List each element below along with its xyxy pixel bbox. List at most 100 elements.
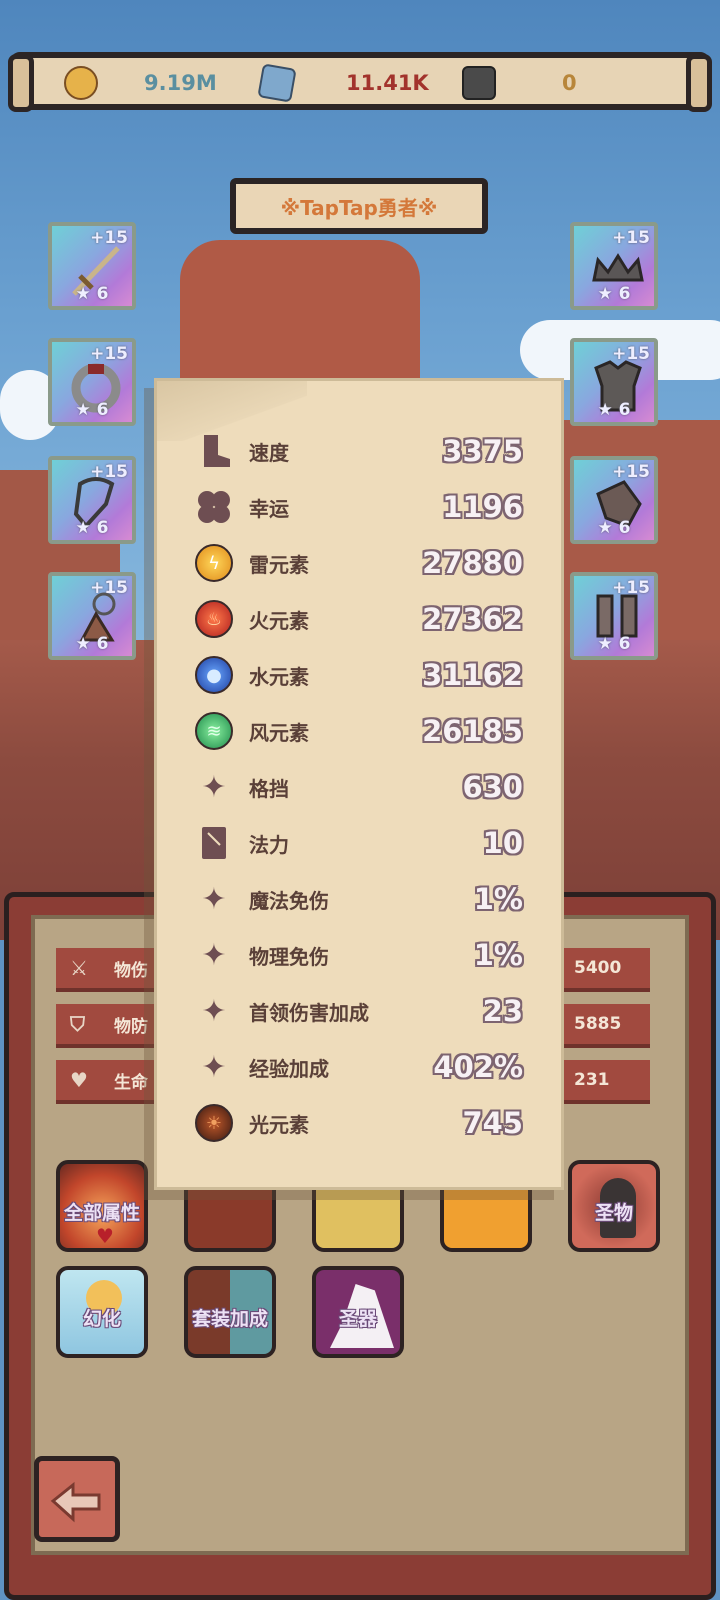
stat-value: 1% [473, 938, 523, 972]
equip-slot-ring[interactable]: +15 ★ 6 [48, 338, 136, 426]
slot-stars: ★ 6 [75, 634, 109, 654]
stat-speed: 速度 3375 [193, 429, 523, 473]
heart-icon: ♥ [96, 1224, 114, 1248]
button-label: 全部属性 [63, 1202, 140, 1224]
boot-icon [193, 430, 235, 472]
gem-value: 11.41K [346, 71, 429, 95]
stat-value: 27880 [422, 546, 523, 580]
equip-slot-gauntlet[interactable]: +15 ★ 6 [570, 456, 658, 544]
sparkle-icon: ✦ [201, 993, 227, 1029]
stat-value: 26185 [422, 714, 523, 748]
resource-gold: 9.19M [64, 66, 217, 100]
gold-value: 9.19M [144, 71, 217, 95]
stat-label: 首领伤害加成 [249, 1000, 369, 1025]
slot-level: +15 [612, 344, 650, 364]
spellbook-icon [193, 822, 235, 864]
holy-object-button[interactable]: 圣物 [568, 1160, 660, 1252]
button-label: 圣器 [338, 1308, 377, 1330]
dark-rune-icon [462, 66, 496, 100]
stat-value: 10 [482, 826, 523, 860]
stat-label: 物防 [114, 1016, 148, 1037]
slot-stars: ★ 6 [75, 518, 109, 538]
stat-value: 745 [462, 1106, 523, 1140]
slot-stars: ★ 6 [597, 400, 631, 420]
equip-slot-amulet[interactable]: +15 ★ 6 [48, 572, 136, 660]
slot-stars: ★ 6 [75, 284, 109, 304]
sparkle-icon: ✦ [201, 769, 227, 805]
slot-level: +15 [90, 344, 128, 364]
stat-value: 27362 [422, 602, 523, 636]
gold-coin-icon [64, 66, 98, 100]
slot-level: +15 [90, 228, 128, 248]
button-label: 圣物 [594, 1202, 633, 1224]
slot-level: +15 [612, 578, 650, 598]
holy-artifact-button[interactable]: 圣器 [312, 1266, 404, 1358]
slot-stars: ★ 6 [597, 634, 631, 654]
sparkle-icon: ✦ [201, 881, 227, 917]
equip-slot-sword[interactable]: +15 ★ 6 [48, 222, 136, 310]
all-attributes-button[interactable]: 全部属性 ♥ [56, 1160, 148, 1252]
scroll-cap-left [8, 54, 34, 112]
sword-icon: ⚔ [70, 956, 88, 980]
stat-label: 物理免伤 [249, 944, 329, 969]
stat-label: 格挡 [249, 776, 289, 801]
stat-label: 速度 [249, 440, 289, 465]
stat-value: 5400 [574, 958, 622, 978]
stat-label: 生命 [114, 1072, 148, 1093]
stats-popup: 速度 3375 幸运 1196 ϟ 雷元素 27880 ♨ 火元素 27362 … [154, 378, 564, 1190]
slot-stars: ★ 6 [597, 518, 631, 538]
button-label: 套装加成 [191, 1308, 268, 1330]
stat-value: 1% [473, 882, 523, 916]
back-button[interactable] [34, 1456, 120, 1542]
stat-wind: ≋ 风元素 26185 [193, 709, 523, 753]
equip-slot-crown[interactable]: +15 ★ 6 [570, 222, 658, 310]
stat-value: 630 [462, 770, 523, 804]
water-element-icon: ● [193, 654, 235, 696]
sparkle-icon: ✦ [201, 1049, 227, 1085]
resource-rune: 0 [462, 66, 577, 100]
light-element-icon: ☀ [193, 1102, 235, 1144]
stat-value: 23 [482, 994, 523, 1028]
stat-light: ☀ 光元素 745 [193, 1101, 523, 1145]
back-arrow-icon [50, 1481, 101, 1523]
player-title: ※TapTap勇者※ [280, 195, 438, 220]
stat-label: 幸运 [249, 496, 289, 521]
stat-exp-bonus: ✦ 经验加成 402% [193, 1045, 523, 1089]
heart-icon: ♥ [70, 1068, 88, 1092]
stat-luck: 幸运 1196 [193, 485, 523, 529]
slot-stars: ★ 6 [75, 400, 109, 420]
slot-stars: ★ 6 [597, 284, 631, 304]
resource-gem: 11.41K [257, 63, 429, 103]
stat-value: 402% [433, 1050, 523, 1084]
transform-button[interactable]: 幻化 [56, 1266, 148, 1358]
stat-label: 光元素 [249, 1112, 309, 1137]
stat-label: 法力 [249, 832, 289, 857]
equip-slot-boots[interactable]: +15 ★ 6 [570, 572, 658, 660]
wind-element-icon: ≋ [193, 710, 235, 752]
shield-icon: ⛉ [70, 1012, 85, 1036]
stat-label: 魔法免伤 [249, 888, 329, 913]
player-title-banner: ※TapTap勇者※ [230, 178, 488, 234]
button-label: 幻化 [82, 1308, 121, 1330]
stat-label: 水元素 [249, 664, 309, 689]
stat-boss-damage: ✦ 首领伤害加成 23 [193, 989, 523, 1033]
stat-value: 5885 [574, 1014, 622, 1034]
scroll-cap-right [686, 54, 712, 112]
stat-value: 231 [574, 1070, 610, 1090]
clover-icon [193, 486, 235, 528]
resource-bar: 9.19M 11.41K 0 [8, 52, 712, 112]
blue-gem-icon [257, 63, 297, 103]
set-bonus-button[interactable]: 套装加成 [184, 1266, 276, 1358]
stat-mana: 法力 10 [193, 821, 523, 865]
slot-level: +15 [90, 578, 128, 598]
equip-slot-necklace[interactable]: +15 ★ 6 [48, 456, 136, 544]
stat-label: 经验加成 [249, 1056, 329, 1081]
slot-level: +15 [612, 462, 650, 482]
equip-slot-armor[interactable]: +15 ★ 6 [570, 338, 658, 426]
stat-water: ● 水元素 31162 [193, 653, 523, 697]
rune-value: 0 [562, 71, 577, 95]
stat-thunder: ϟ 雷元素 27880 [193, 541, 523, 585]
stat-fire: ♨ 火元素 27362 [193, 597, 523, 641]
stat-label: 物伤 [114, 960, 148, 981]
fire-element-icon: ♨ [193, 598, 235, 640]
